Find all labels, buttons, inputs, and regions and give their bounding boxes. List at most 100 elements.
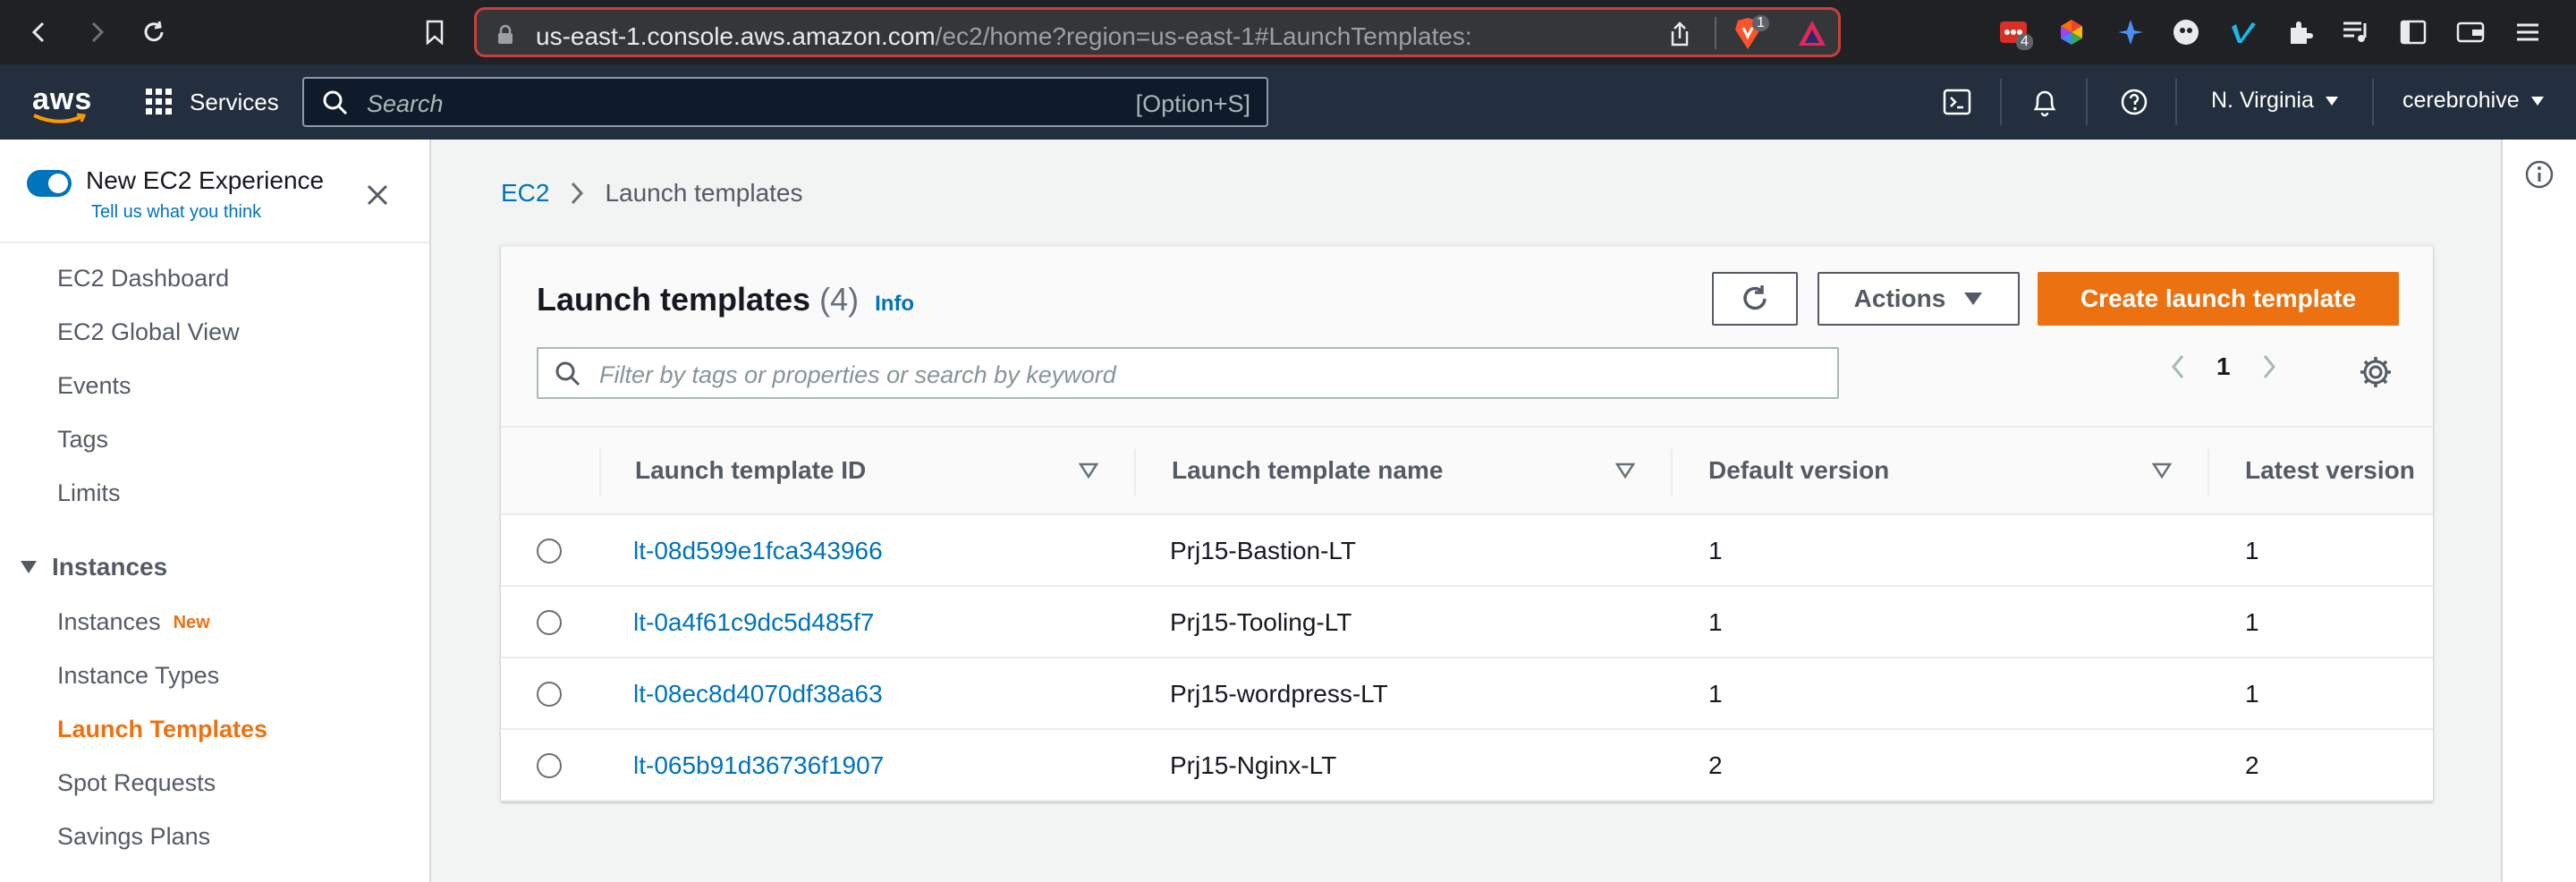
template-id-link[interactable]: lt-0a4f61c9dc5d485f7 xyxy=(633,608,874,637)
sidebar-item-spot-requests[interactable]: Spot Requests xyxy=(57,769,216,797)
wallet-icon[interactable] xyxy=(2453,14,2488,50)
template-id-link[interactable]: lt-08ec8d4070df38a63 xyxy=(633,680,883,708)
sidebar-item-instances[interactable]: Instances New xyxy=(57,608,210,636)
sidebar-item-ec2-dashboard[interactable]: EC2 Dashboard xyxy=(57,265,229,293)
bookmark-icon[interactable] xyxy=(419,16,451,48)
sidebar-section-instances[interactable]: Instances xyxy=(20,553,167,581)
filter-placeholder: Filter by tags or properties or search b… xyxy=(599,361,1116,388)
aws-smile-icon xyxy=(33,113,87,123)
create-launch-template-button[interactable]: Create launch template xyxy=(2038,272,2399,326)
template-id-link[interactable]: lt-08d599e1fca343966 xyxy=(633,537,883,565)
notifications-bell-icon[interactable] xyxy=(2025,82,2064,122)
services-menu-button[interactable]: Services xyxy=(145,82,279,122)
aws-logo-text: aws xyxy=(32,82,93,116)
feedback-link[interactable]: Tell us what you think xyxy=(91,202,261,223)
info-icon[interactable] xyxy=(2524,159,2555,190)
close-sidebar-icon[interactable] xyxy=(358,175,397,215)
new-experience-toggle[interactable] xyxy=(27,170,72,197)
playlist-icon[interactable] xyxy=(2338,14,2374,50)
template-id-link[interactable]: lt-065b91d36736f1907 xyxy=(633,751,884,780)
ec2-sidebar: New EC2 Experience Tell us what you thin… xyxy=(0,140,431,882)
url-text: us-east-1.console.aws.amazon.com/ec2/hom… xyxy=(536,22,1472,51)
table-row[interactable]: lt-065b91d36736f1907 Prj15-Nginx-LT 2 2 xyxy=(501,730,2433,801)
default-version: 1 xyxy=(1708,537,1723,564)
search-icon xyxy=(555,361,580,386)
grid-icon xyxy=(146,89,172,114)
sidebar-toggle-icon[interactable] xyxy=(2395,14,2431,50)
breadcrumb-ec2-link[interactable]: EC2 xyxy=(501,179,549,208)
aws-logo[interactable]: aws xyxy=(32,82,93,123)
region-selector[interactable]: N. Virginia xyxy=(2211,88,2339,114)
default-version: 2 xyxy=(1708,751,1723,779)
refresh-button[interactable] xyxy=(1712,272,1798,326)
sidebar-item-launch-templates[interactable]: Launch Templates xyxy=(57,716,267,743)
color-picker-icon[interactable] xyxy=(2054,14,2089,50)
share-icon[interactable] xyxy=(1668,21,1691,52)
extensions-puzzle-icon[interactable] xyxy=(2283,14,2318,50)
search-placeholder: Search xyxy=(367,90,444,117)
forward-icon[interactable] xyxy=(80,16,113,48)
console-search-input[interactable]: Search [Option+S] xyxy=(302,77,1268,127)
brave-rewards-icon[interactable] xyxy=(1797,19,1827,52)
chevron-left-icon[interactable] xyxy=(2170,353,2186,380)
table-row[interactable]: lt-08ec8d4070df38a63 Prj15-wordpress-LT … xyxy=(501,658,2433,730)
column-header-template-id[interactable]: Launch template ID xyxy=(635,456,866,485)
caret-down-icon xyxy=(2530,96,2544,106)
latest-version: 2 xyxy=(2245,751,2259,779)
row-select-radio[interactable] xyxy=(537,610,562,635)
sidebar-item-savings-plans[interactable]: Savings Plans xyxy=(57,823,210,851)
brave-shields-icon[interactable]: 1 xyxy=(1733,15,1769,55)
cloudshell-icon[interactable] xyxy=(1937,82,1977,122)
info-link[interactable]: Info xyxy=(875,292,914,316)
column-header-template-name[interactable]: Launch template name xyxy=(1172,456,1443,485)
extension-plane-icon[interactable] xyxy=(2113,14,2148,50)
pagination: 1 xyxy=(2170,352,2277,381)
panel-count: (4) xyxy=(819,281,860,318)
breadcrumb-current: Launch templates xyxy=(605,179,803,207)
panel-header: Launch templates (4) Info Actions Create… xyxy=(501,247,2433,428)
sidebar-item-limits[interactable]: Limits xyxy=(57,479,121,507)
sidebar-item-tags[interactable]: Tags xyxy=(57,426,108,454)
sidebar-item-events[interactable]: Events xyxy=(57,372,131,400)
sidebar-item-instance-types[interactable]: Instance Types xyxy=(57,662,219,690)
sort-icon[interactable] xyxy=(1079,462,1098,479)
caret-down-icon xyxy=(21,561,37,573)
actions-label: Actions xyxy=(1853,284,1946,312)
table-row[interactable]: lt-0a4f61c9dc5d485f7 Prj15-Tooling-LT 1 … xyxy=(501,587,2433,658)
table-row[interactable]: lt-08d599e1fca343966 Prj15-Bastion-LT 1 … xyxy=(501,515,2433,587)
row-select-radio[interactable] xyxy=(537,539,562,564)
column-header-default-version[interactable]: Default version xyxy=(1708,456,1889,485)
sidebar-divider xyxy=(0,242,429,243)
column-header-latest-version[interactable]: Latest version xyxy=(2245,456,2415,485)
back-icon[interactable] xyxy=(23,16,55,48)
filter-search-input[interactable]: Filter by tags or properties or search b… xyxy=(537,347,1839,399)
table-header: Launch template ID Launch template name … xyxy=(501,428,2433,515)
account-menu[interactable]: cerebrohive xyxy=(2402,88,2545,114)
help-panel-rail xyxy=(2501,140,2576,882)
services-label: Services xyxy=(190,88,279,115)
nav-divider xyxy=(2000,79,2002,125)
sidebar-item-label: Instances xyxy=(57,608,161,635)
actions-dropdown-button[interactable]: Actions xyxy=(1818,272,2020,326)
menu-icon[interactable] xyxy=(2510,14,2546,50)
reload-icon[interactable] xyxy=(138,16,170,48)
current-page[interactable]: 1 xyxy=(2216,352,2231,381)
column-divider xyxy=(2207,449,2209,496)
gear-icon[interactable] xyxy=(2358,354,2394,390)
sort-icon[interactable] xyxy=(2152,462,2172,479)
row-select-radio[interactable] xyxy=(537,753,562,778)
chevron-right-icon[interactable] xyxy=(2261,353,2277,380)
template-name: Prj15-Tooling-LT xyxy=(1170,608,1352,636)
sidebar-item-ec2-global-view[interactable]: EC2 Global View xyxy=(57,318,240,346)
vimeo-icon[interactable] xyxy=(2225,14,2261,50)
page-title: Launch templates (4) Info xyxy=(537,281,914,318)
address-bar[interactable]: us-east-1.console.aws.amazon.com/ec2/hom… xyxy=(474,7,1841,57)
row-select-radio[interactable] xyxy=(537,682,562,707)
extension-red-icon[interactable]: 4 xyxy=(1996,14,2033,50)
extension-circle-icon[interactable] xyxy=(2168,14,2204,50)
sort-icon[interactable] xyxy=(1615,462,1635,479)
brave-badge: 1 xyxy=(1752,15,1769,31)
breadcrumb: EC2 Launch templates xyxy=(501,179,803,208)
caret-down-icon xyxy=(2325,96,2338,106)
help-icon[interactable] xyxy=(2114,82,2154,122)
